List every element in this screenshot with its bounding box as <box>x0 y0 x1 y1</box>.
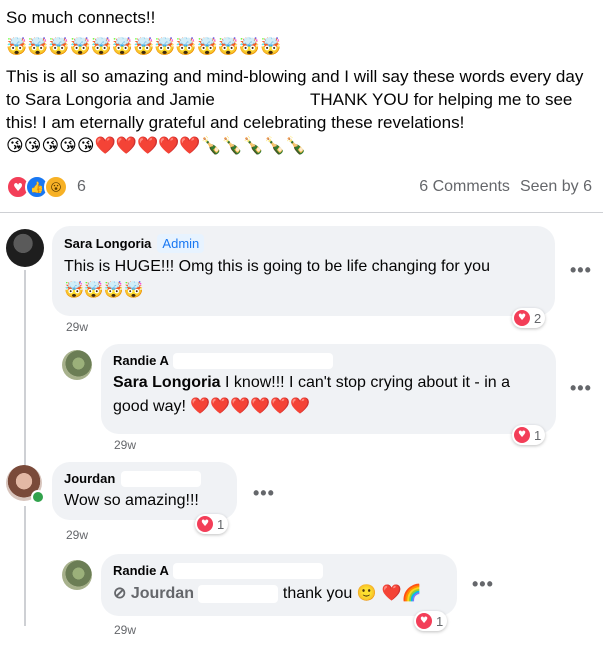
comment-text: Wow so amazing!!! <box>64 492 199 509</box>
comment-bubble: Jourdan Wow so amazing!!! <box>52 462 237 520</box>
comment-emojis: 🙂 ❤️🌈 <box>356 583 422 602</box>
post-text: So much connects!! 🤯🤯🤯🤯🤯🤯🤯🤯🤯🤯🤯🤯🤯 This is… <box>6 6 596 164</box>
post-body-emojis: 😘😘😘😘😘❤️❤️❤️❤️❤️🍾🍾🍾🍾🍾 <box>6 136 307 156</box>
heart-icon: ♥ <box>514 310 530 326</box>
more-options-icon[interactable]: ••• <box>253 483 275 504</box>
more-options-icon[interactable]: ••• <box>472 574 494 595</box>
more-options-icon[interactable]: ••• <box>570 378 592 399</box>
comment-author[interactable]: Sara Longoria <box>64 235 151 252</box>
comment-timestamp[interactable]: 29w <box>114 623 136 637</box>
comment-emojis: 🤯🤯🤯🤯 <box>64 280 144 299</box>
thread-line <box>24 270 26 470</box>
comment-timestamp[interactable]: 29w <box>66 320 88 334</box>
heart-icon: ♥ <box>416 613 432 629</box>
mention-link[interactable]: Jourdan <box>131 585 194 602</box>
mention-link[interactable]: Sara Longoria <box>113 374 221 391</box>
comment-author[interactable]: Jourdan <box>64 470 115 487</box>
reactions-bar: ♥ 👍 😮 6 6 Comments Seen by 6 <box>6 174 592 200</box>
post-emoji-row: 🤯🤯🤯🤯🤯🤯🤯🤯🤯🤯🤯🤯🤯 <box>6 37 282 57</box>
post-line-1: So much connects!! <box>6 8 156 27</box>
comment-timestamp[interactable]: 29w <box>114 438 136 452</box>
comments-count-link[interactable]: 6 Comments <box>419 178 510 196</box>
divider <box>0 212 603 213</box>
wow-icon: 😮 <box>44 175 68 199</box>
heart-icon: ♥ <box>197 516 213 532</box>
redacted-name <box>172 562 323 579</box>
reaction-number: 2 <box>534 310 542 326</box>
online-status-icon <box>31 490 45 504</box>
comment-reaction[interactable]: ♥ 2 <box>512 308 546 328</box>
redacted-name <box>198 584 279 603</box>
admin-badge: Admin <box>157 234 205 253</box>
comment-timestamp[interactable]: 29w <box>66 528 88 542</box>
comment-author[interactable]: Randie A <box>113 352 169 369</box>
comment-bubble: Randie A ⊘ Jourdan thank you 🙂 ❤️🌈 <box>101 554 457 616</box>
reaction-number: 1 <box>217 516 225 532</box>
comment-bubble: Randie A Sara Longoria I know!!! I can't… <box>101 344 556 434</box>
avatar[interactable] <box>6 229 44 267</box>
comment-emojis: ❤️❤️❤️❤️❤️❤️ <box>190 396 310 415</box>
comment-text: thank you <box>282 585 353 602</box>
avatar[interactable] <box>62 350 92 380</box>
reaction-number: 1 <box>436 613 444 629</box>
reaction-count[interactable]: 6 <box>77 178 86 196</box>
comment-author[interactable]: Randie A <box>113 562 169 579</box>
comment-bubble: Sara Longoria Admin This is HUGE!!! Omg … <box>52 226 555 316</box>
comment-reaction[interactable]: ♥ 1 <box>195 514 229 534</box>
heart-icon: ♥ <box>514 427 530 443</box>
avatar[interactable] <box>62 560 92 590</box>
mention-icon: ⊘ <box>113 585 127 602</box>
more-options-icon[interactable]: ••• <box>570 260 592 281</box>
redacted-name <box>219 91 306 110</box>
comment-reaction[interactable]: ♥ 1 <box>414 611 448 631</box>
seen-by-link[interactable]: Seen by 6 <box>520 178 592 196</box>
reaction-icons[interactable]: ♥ 👍 😮 <box>6 175 68 199</box>
redacted-name <box>172 352 333 369</box>
thread-line <box>24 506 26 626</box>
comment-reaction[interactable]: ♥ 1 <box>512 425 546 445</box>
redacted-name <box>121 470 202 487</box>
reaction-number: 1 <box>534 427 542 443</box>
comment-text: This is HUGE!!! Omg this is going to be … <box>64 258 490 275</box>
